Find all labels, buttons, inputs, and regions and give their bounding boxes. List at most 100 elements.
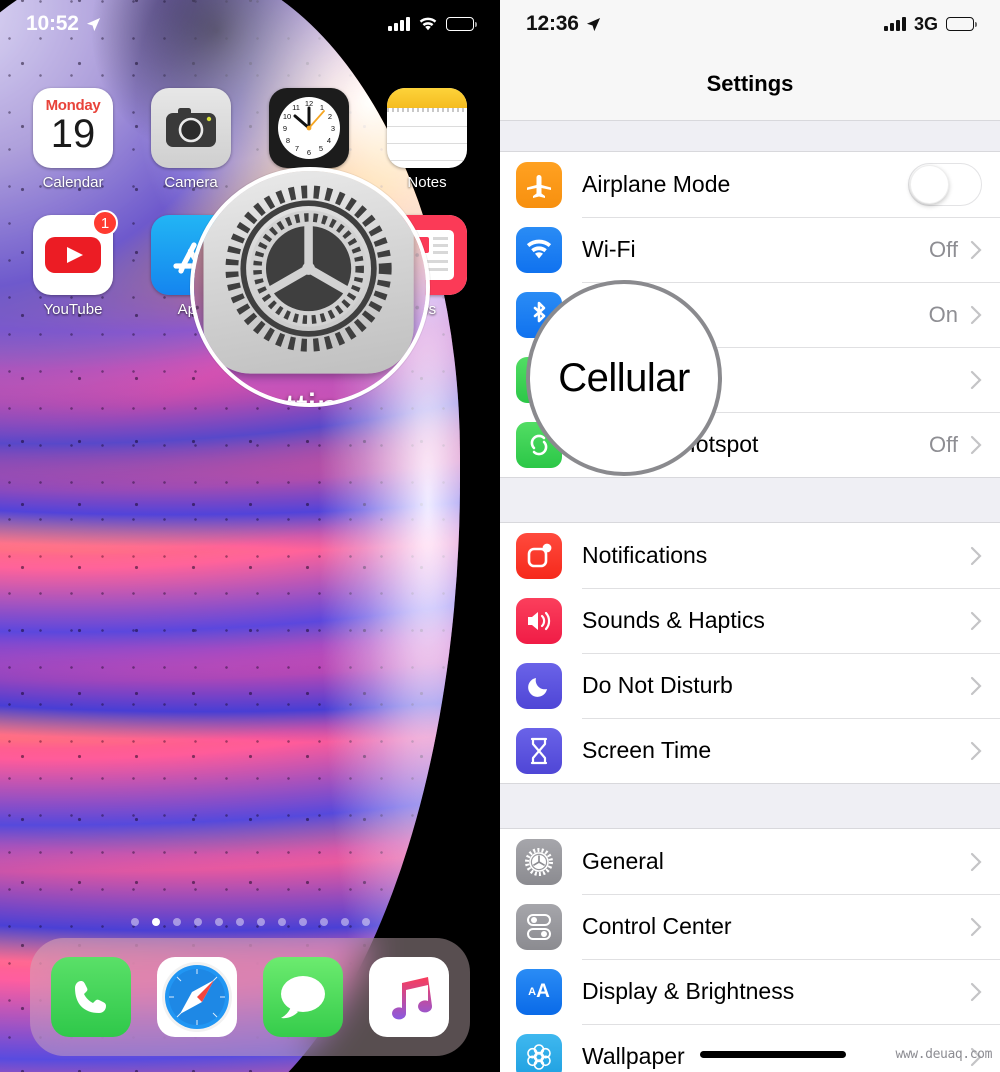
settings-row-notifications[interactable]: Notifications	[500, 523, 1000, 588]
phone-glyph	[75, 981, 106, 1013]
svg-text:6: 6	[307, 148, 311, 157]
clock-icon: 12 1 2 345 678 9 10 11	[269, 88, 349, 168]
calendar-date: 19	[50, 112, 96, 156]
chevron-right-icon	[970, 982, 982, 1001]
row-label: Sounds & Haptics	[582, 607, 765, 633]
svg-text:7: 7	[295, 144, 299, 153]
phone-icon[interactable]	[51, 957, 131, 1037]
display-brightness-icon: AA	[516, 968, 562, 1015]
location-arrow-icon	[586, 17, 600, 31]
section-gap	[500, 120, 1000, 152]
camera-glyph	[166, 108, 216, 147]
row-value: Off	[929, 236, 958, 262]
page-title: Settings	[500, 48, 1000, 120]
svg-text:10: 10	[283, 112, 291, 121]
row-label: General	[582, 848, 664, 874]
battery-icon	[446, 17, 477, 31]
safari-compass-icon[interactable]	[157, 957, 237, 1037]
cellular-bars-icon	[883, 17, 906, 31]
status-indicators: 3G	[883, 13, 977, 35]
page-dot	[235, 918, 244, 926]
status-time-group: 12:36	[526, 12, 601, 36]
page-dot	[193, 918, 202, 926]
messages-bubble-icon[interactable]	[263, 957, 343, 1037]
svg-text:3: 3	[331, 124, 335, 133]
dual-screenshot: 10:52 Monday 19 Calendar Camera 12 1 2 3…	[0, 0, 1000, 1072]
gear-glyph	[225, 185, 392, 352]
svg-text:2: 2	[328, 112, 332, 121]
music-note-icon[interactable]	[369, 957, 449, 1037]
iphone-settings-screen: 12:36 3G Settings Airplane Mode Wi-Fi Of…	[500, 0, 1000, 1072]
badge-count: 1	[92, 210, 118, 236]
status-time: 12:36	[526, 12, 579, 35]
dock	[30, 938, 470, 1056]
calendar-icon: Monday 19	[33, 88, 113, 168]
chevron-right-icon	[970, 435, 982, 454]
page-dot	[256, 918, 265, 926]
gear-icon	[516, 838, 562, 885]
chevron-right-icon	[970, 546, 982, 565]
page-dot-active	[151, 918, 160, 926]
chevron-right-icon	[970, 917, 982, 936]
safari-glyph	[162, 962, 232, 1032]
airplane-mode-toggle[interactable]	[908, 163, 982, 206]
settings-row-sounds-haptics[interactable]: Sounds & Haptics	[500, 588, 1000, 653]
settings-row-wifi[interactable]: Wi-Fi Off	[500, 217, 1000, 282]
page-dot	[172, 918, 181, 926]
chevron-right-icon	[970, 370, 982, 389]
magnifier-cellular-row: Cellular	[526, 280, 722, 476]
page-dot	[130, 918, 139, 926]
settings-group-system: General Control Center AA Display & Brig…	[500, 829, 1000, 1072]
magnified-row-label: Cellular	[558, 355, 690, 400]
row-label: Wi-Fi	[582, 236, 636, 262]
settings-row-do-not-disturb[interactable]: Do Not Disturb	[500, 653, 1000, 718]
magnifier-settings-app: Settings	[190, 167, 430, 407]
wifi-icon	[516, 226, 562, 273]
location-arrow-icon	[86, 17, 100, 31]
moon-icon	[516, 662, 562, 709]
settings-row-control-center[interactable]: Control Center	[500, 894, 1000, 959]
status-indicators	[388, 17, 477, 32]
settings-row-display-brightness[interactable]: AA Display & Brightness	[500, 959, 1000, 1024]
status-time: 10:52	[26, 12, 79, 35]
row-label: Screen Time	[582, 737, 712, 763]
notes-header-strip	[387, 88, 467, 108]
clock-glyph: 12 12 345 678 91011	[278, 97, 340, 159]
network-type: 3G	[913, 13, 938, 34]
page-dots[interactable]	[0, 918, 500, 926]
battery-icon	[946, 17, 977, 31]
settings-row-screen-time[interactable]: Screen Time	[500, 718, 1000, 783]
sounds-icon	[516, 597, 562, 644]
chevron-right-icon	[970, 676, 982, 695]
cellular-bars-icon	[388, 17, 410, 31]
notes-icon	[387, 88, 467, 168]
section-gap	[500, 477, 1000, 523]
wifi-icon	[419, 17, 437, 30]
row-label: Notifications	[582, 542, 708, 568]
home-indicator	[700, 1051, 846, 1058]
svg-text:8: 8	[286, 136, 290, 145]
page-dot	[361, 918, 370, 926]
chevron-right-icon	[970, 240, 982, 259]
magnified-settings-app[interactable]: Settings	[203, 171, 414, 403]
settings-group-notifications: Notifications Sounds & Haptics Do Not Di…	[500, 523, 1000, 783]
page-dot	[340, 918, 349, 926]
settings-row-general[interactable]: General	[500, 829, 1000, 894]
home-status-bar: 10:52	[0, 0, 500, 48]
settings-status-bar: 12:36 3G	[500, 0, 1000, 48]
control-center-icon	[516, 903, 562, 950]
magnifier-content: Settings	[194, 171, 426, 403]
camera-icon	[151, 88, 231, 168]
settings-row-airplane-mode[interactable]: Airplane Mode	[500, 152, 1000, 217]
app-calendar[interactable]: Monday 19 Calendar	[25, 88, 121, 191]
app-youtube[interactable]: 1 YouTube	[25, 210, 121, 318]
page-dot	[214, 918, 223, 926]
svg-text:5: 5	[319, 144, 323, 153]
page-dot	[319, 918, 328, 926]
section-gap	[500, 783, 1000, 829]
row-label: Airplane Mode	[582, 171, 731, 197]
row-value: On	[928, 301, 958, 327]
status-time-group: 10:52	[26, 12, 101, 36]
svg-text:11: 11	[292, 103, 300, 112]
music-glyph	[392, 977, 433, 1020]
